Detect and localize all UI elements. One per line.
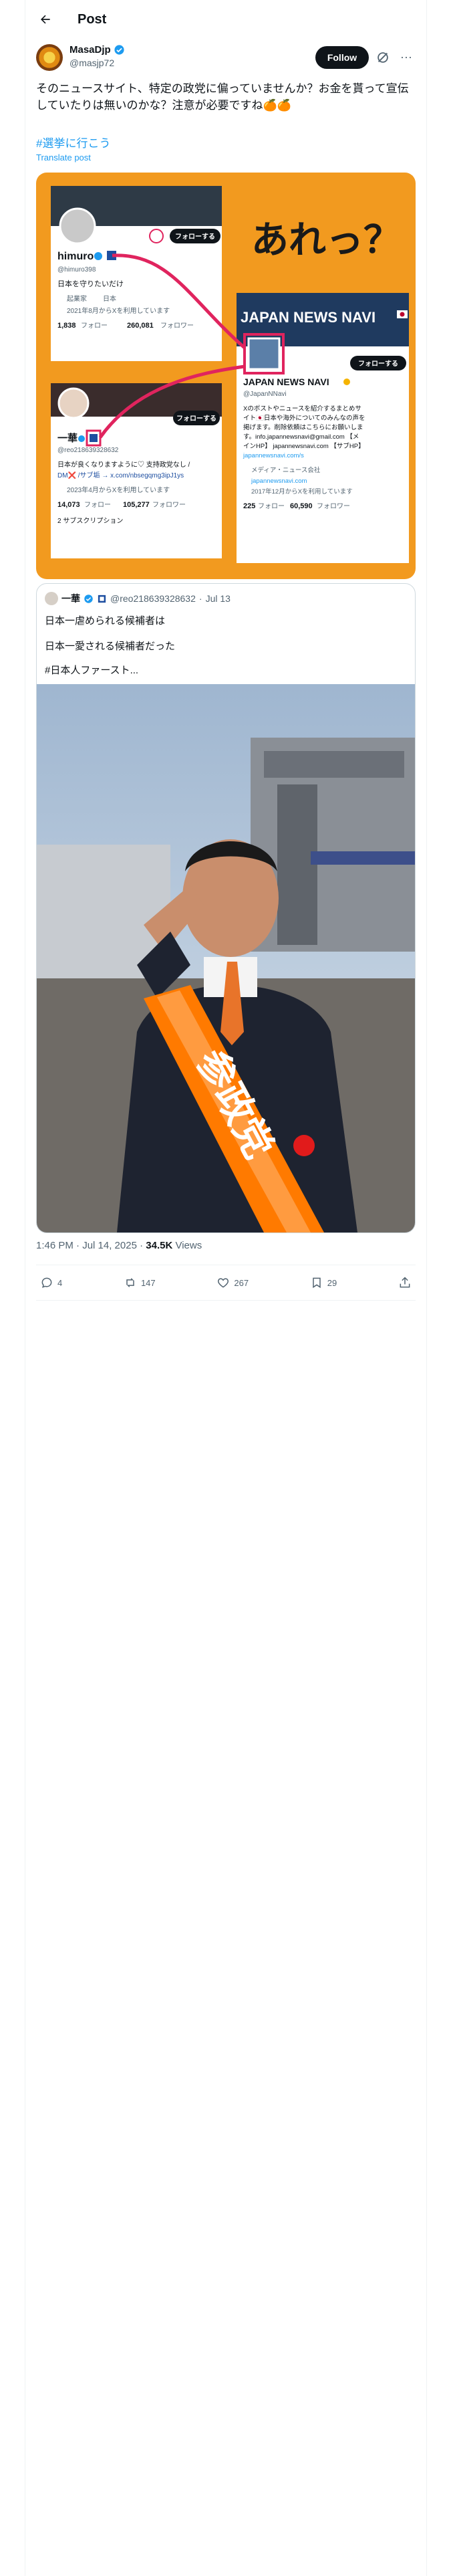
repost-button[interactable]: 147 [120,1276,160,1289]
svg-text:@reo218639328632: @reo218639328632 [57,447,119,454]
svg-text:掲げます。削除依頼はこちらにお願いしま: 掲げます。削除依頼はこちらにお願いしま [243,423,363,431]
avatar[interactable] [36,44,63,71]
top-bar: Post [25,0,426,39]
translate-post-link[interactable]: Translate post [36,152,91,163]
svg-text:す。info.japannewsnavi@gmail.com: す。info.japannewsnavi@gmail.com 【メ [243,433,359,441]
svg-text:@himuro398: @himuro398 [57,266,96,274]
follow-button[interactable]: Follow [315,46,369,69]
svg-text:フォロー: フォロー [258,503,285,510]
svg-text:14,073: 14,073 [57,501,80,509]
profile-card-japan-news-navi: JAPAN NEWS NAVI フォローする JAPAN NEWS NAVI @… [237,293,409,563]
svg-text:起業家: 起業家 [67,294,87,303]
svg-text:フォロワー: フォロワー [160,322,194,330]
quote-line-2: 日本一愛される候補者だった [45,641,176,652]
author-handle[interactable]: @masjp72 [69,58,125,68]
share-icon [400,1277,410,1288]
quote-photo[interactable]: 参政党 [37,684,415,1232]
svg-text:インHP】 japannewsnavi.com 【サブHP】: インHP】 japannewsnavi.com 【サブHP】 [243,442,365,450]
svg-text:フォローする: フォローする [175,233,215,241]
svg-text:JAPAN NEWS NAVI: JAPAN NEWS NAVI [241,309,375,326]
quote-line-3: #日本人ファースト... [45,665,139,676]
repost-icon [126,1278,134,1287]
quoted-post[interactable]: 一華 @reo218639328632 · Jul 13 日本一虐められる候補者… [36,583,416,1233]
arrow-left-icon [41,15,50,24]
quote-display-name[interactable]: 一華 [61,592,80,605]
quote-header: 一華 @reo218639328632 · Jul 13 [45,592,231,605]
post-author: MasaDjp @masjp72 Follow ··· [36,44,416,75]
post-image[interactable]: あれっ？ フォローする himuro @himuro398 日本を守りたいだけ … [36,173,416,579]
share-button[interactable] [394,1276,416,1289]
quote-line-1: 日本一虐められる候補者は [45,615,166,627]
verified-badge-icon [84,594,93,603]
reply-count: 4 [57,1277,63,1288]
views-label: Views [172,1240,202,1251]
profile-card-ichika: フォローする 一華 @reo218639328632 日本が良くなりますように♡… [51,383,222,558]
main-column: Post MasaDjp @masjp72 Follow ··· そのニュースサ… [25,0,427,2576]
profile-card-himuro: フォローする himuro @himuro398 日本を守りたいだけ 起業家 日… [51,186,222,361]
svg-text:himuro: himuro [57,251,94,262]
repost-count: 147 [140,1277,156,1288]
svg-text:フォロー: フォロー [84,502,111,509]
svg-text:Xのポストやニュースを紹介するまとめサ: Xのポストやニュースを紹介するまとめサ [243,405,361,413]
views-count: 34.5K [146,1240,173,1251]
more-options-icon[interactable]: ··· [397,48,416,67]
svg-text:1,838: 1,838 [57,322,76,330]
svg-text:フォローする: フォローする [358,360,398,368]
svg-text:日本: 日本 [103,294,116,303]
action-bar: 4 147 267 29 [36,1265,416,1300]
svg-text:フォロワー: フォロワー [317,503,350,510]
bookmark-button[interactable]: 29 [306,1276,341,1289]
reply-button[interactable]: 4 [36,1276,66,1289]
svg-text:@JapanNNavi: @JapanNNavi [243,391,287,398]
svg-text:105,277: 105,277 [123,501,150,509]
divider [36,1300,416,1301]
svg-text:イト🇯🇵日本や海外についてのみんなの声を: イト🇯🇵日本や海外についてのみんなの声を [243,414,365,422]
bookmark-count: 29 [327,1277,337,1288]
svg-text:2021年8月からXを利用しています: 2021年8月からXを利用しています [67,306,170,315]
timestamp-text[interactable]: 1:46 PM · Jul 14, 2025 · [36,1240,146,1251]
quote-handle: @reo218639328632 [110,593,196,604]
svg-text:一華: 一華 [57,432,78,444]
post-text: そのニュースサイト、特定の政党に偏っていませんか？お金を貰って宣伝していたりは無… [36,82,409,112]
reply-icon [41,1277,52,1288]
back-button[interactable] [32,6,59,33]
quote-date: Jul 13 [205,593,231,604]
svg-text:JAPAN NEWS NAVI: JAPAN NEWS NAVI [243,377,329,387]
svg-text:225: 225 [243,502,255,510]
svg-text:60,590: 60,590 [290,502,313,510]
page-title: Post [78,11,107,27]
affiliate-badge-icon [98,595,106,603]
svg-text:260,081: 260,081 [127,322,154,330]
author-display-name[interactable]: MasaDjp [69,44,111,56]
image-headline: あれっ？ [251,219,401,261]
svg-text:2023年4月からXを利用しています: 2023年4月からXを利用しています [67,486,170,494]
svg-text:メディア・ニュース会社: メディア・ニュース会社 [251,466,321,474]
quote-avatar[interactable] [45,592,58,605]
svg-text:2 サブスクリプション: 2 サブスクリプション [57,516,123,525]
svg-text:フォロー: フォロー [81,322,108,330]
like-count: 267 [234,1277,249,1288]
like-button[interactable]: 267 [212,1276,253,1289]
svg-text:フォロワー: フォロワー [152,502,186,509]
svg-text:日本を守りたいだけ: 日本を守りたいだけ [57,279,124,288]
heart-icon [218,1278,229,1288]
quote-dot: · [198,593,202,604]
grok-icon[interactable] [375,50,390,65]
svg-text:2017年12月からXを利用しています: 2017年12月からXを利用しています [251,488,353,496]
svg-text:japannewsnavi.com/s: japannewsnavi.com/s [243,452,304,459]
verified-badge-icon [114,45,124,55]
svg-text:japannewsnavi.com: japannewsnavi.com [251,477,307,485]
hashtag-link[interactable]: #選挙に行こう [36,134,110,150]
svg-text:フォローする: フォローする [176,415,216,423]
svg-text:DM❌ /サブ垢 → x.com/nbsegqmg3ipJ1: DM❌ /サブ垢 → x.com/nbsegqmg3ipJ1ys [57,471,184,479]
bookmark-icon [313,1277,321,1289]
post-timestamp: 1:46 PM · Jul 14, 2025 · 34.5K Views [36,1240,202,1251]
svg-text:日本が良くなりますように♡ 支持政党なし /: 日本が良くなりますように♡ 支持政党なし / [57,460,190,469]
